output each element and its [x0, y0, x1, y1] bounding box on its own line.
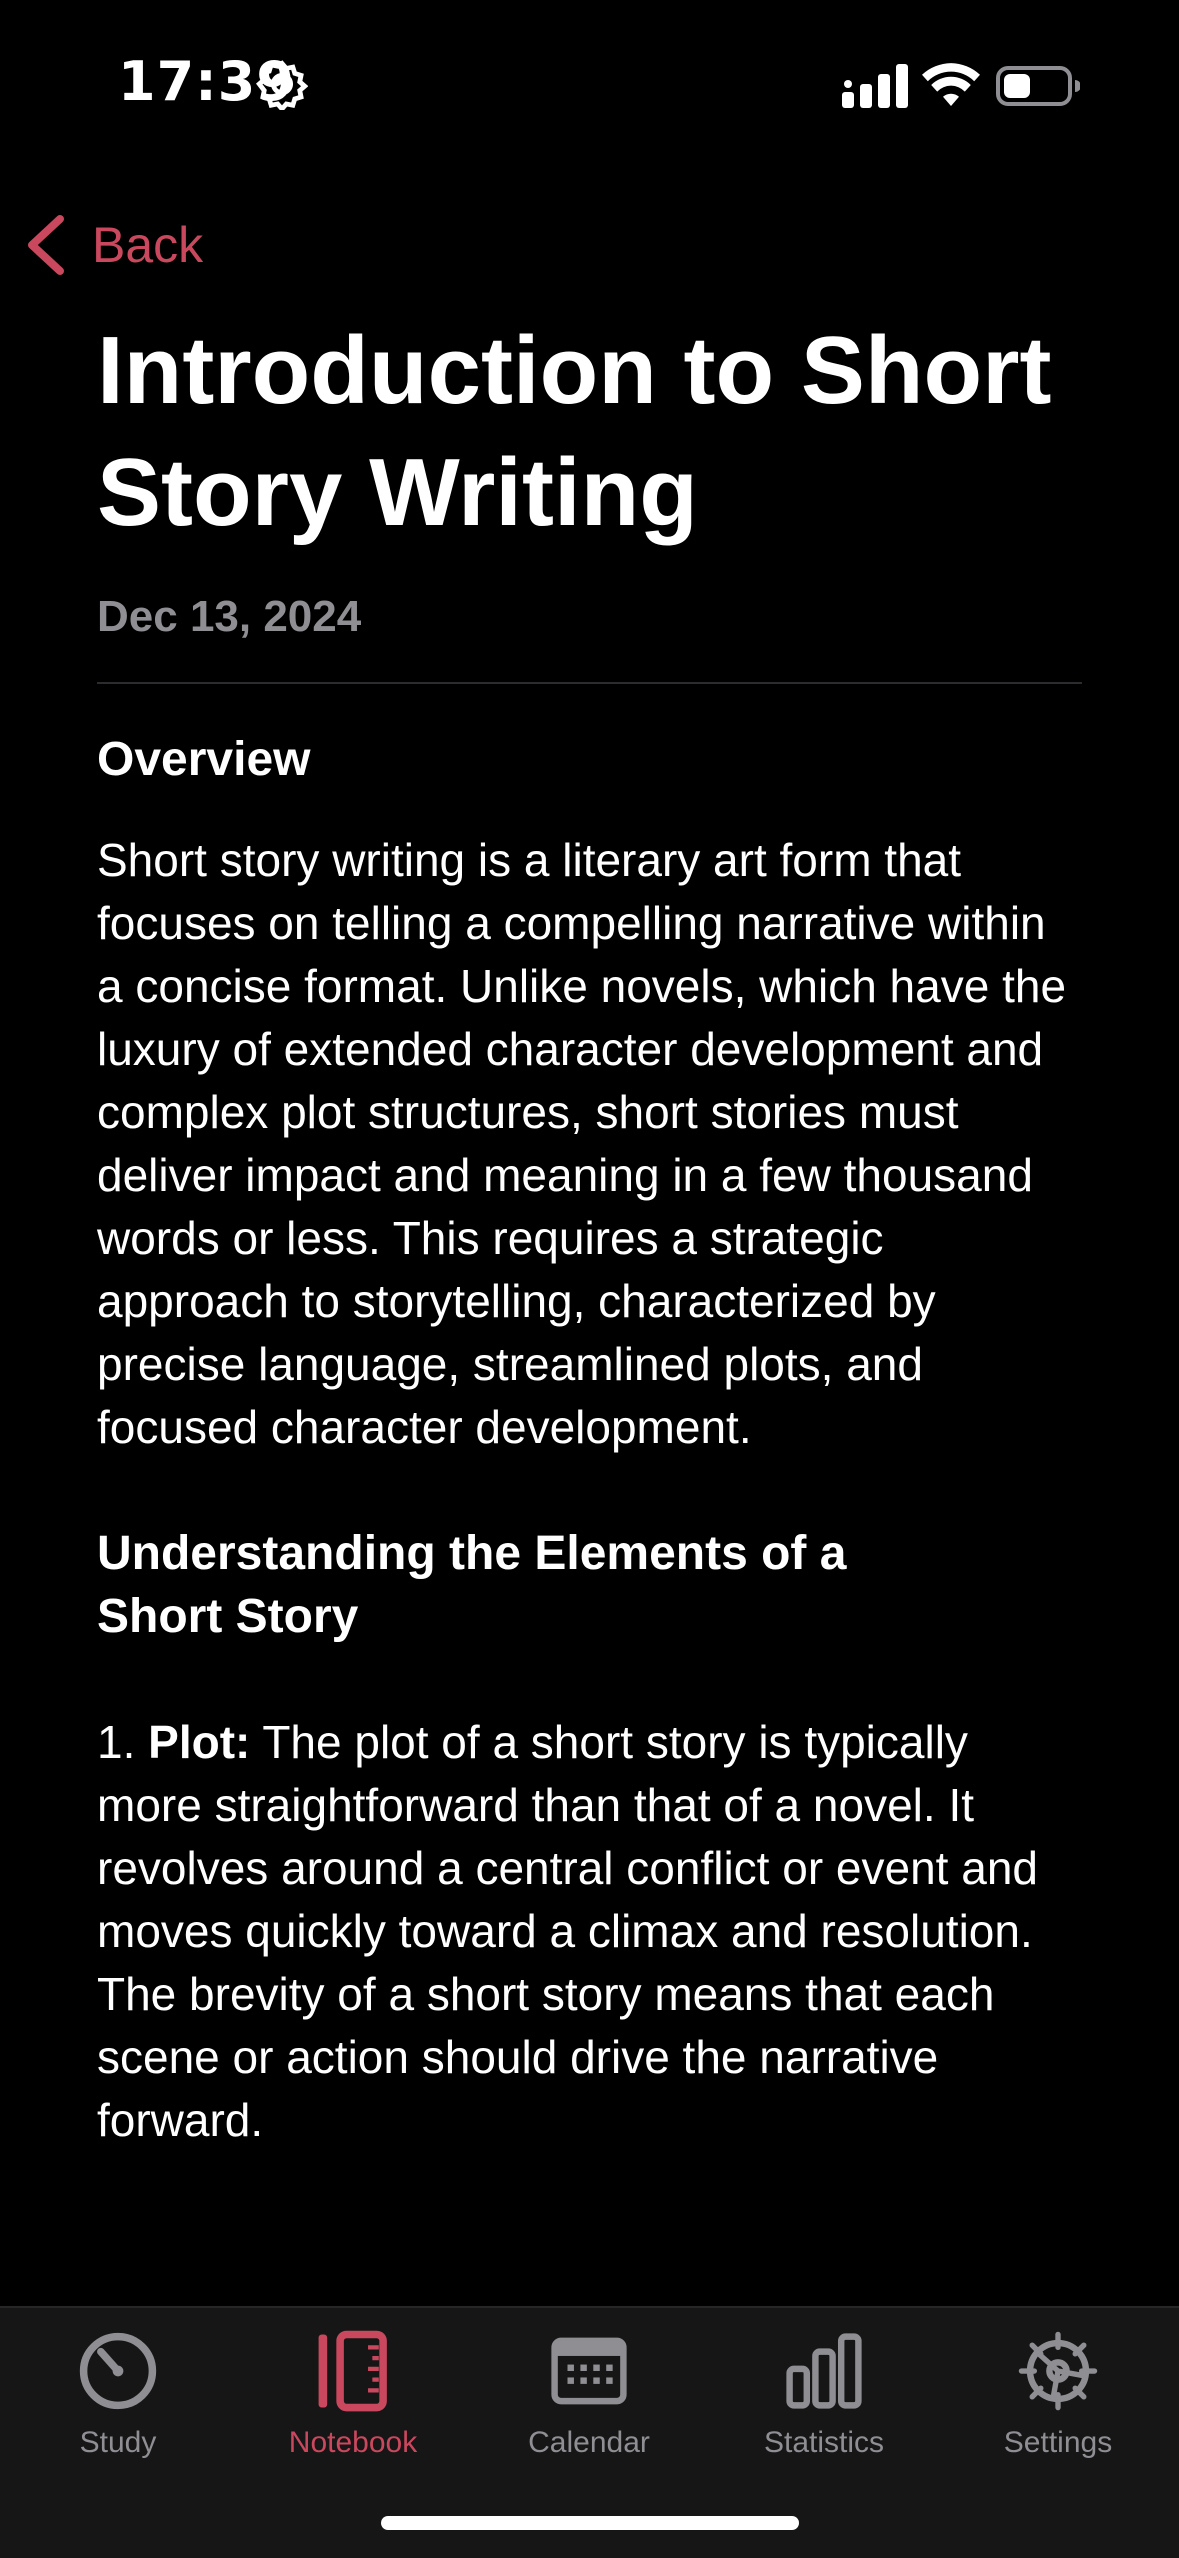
chevron-left-icon [28, 215, 64, 275]
note-content: Introduction to Short Story Writing Dec … [97, 310, 1082, 2152]
overview-heading: Overview [97, 733, 311, 786]
wifi-icon [922, 63, 980, 106]
plot-text: The plot of a short story is typically m… [97, 1716, 1038, 2146]
tab-notebook[interactable]: Notebook [235, 2328, 471, 2460]
tab-label: Notebook [288, 2426, 418, 2459]
elements-heading: Understanding the Elements of a Short St… [97, 1527, 847, 1643]
tab-calendar[interactable]: Calendar [471, 2328, 707, 2460]
tab-label: Calendar [528, 2426, 650, 2459]
note-title: Introduction to Short Story Writing [97, 317, 1052, 546]
back-button[interactable]: Back [24, 210, 203, 280]
bar-chart-icon [786, 2333, 862, 2409]
tab-label: Statistics [763, 2426, 885, 2459]
tab-statistics[interactable]: Statistics [706, 2328, 942, 2460]
divider [97, 682, 1082, 684]
tab-study[interactable]: Study [0, 2328, 236, 2460]
status-bar: 17:39 [0, 0, 1179, 170]
calendar-icon [551, 2337, 627, 2405]
tab-label: Study [79, 2426, 157, 2459]
note-date: Dec 13, 2024 [97, 592, 362, 641]
timer-icon [79, 2332, 157, 2410]
notebook-ruler-icon [318, 2330, 387, 2412]
gear-icon [1018, 2331, 1098, 2411]
battery-icon [996, 66, 1080, 106]
overview-paragraph: Short story writing is a literary art fo… [97, 834, 1067, 1453]
back-label: Back [92, 217, 204, 273]
plot-number: 1. [97, 1716, 136, 1768]
home-indicator[interactable] [381, 2516, 799, 2530]
tab-settings[interactable]: Settings [940, 2328, 1176, 2460]
gear-icon [256, 60, 308, 110]
tab-label: Settings [1003, 2426, 1113, 2459]
plot-label: Plot: [148, 1716, 251, 1768]
plot-paragraph: 1. Plot: The plot of a short story is ty… [97, 1711, 1082, 2152]
cellular-signal-icon [842, 64, 908, 108]
